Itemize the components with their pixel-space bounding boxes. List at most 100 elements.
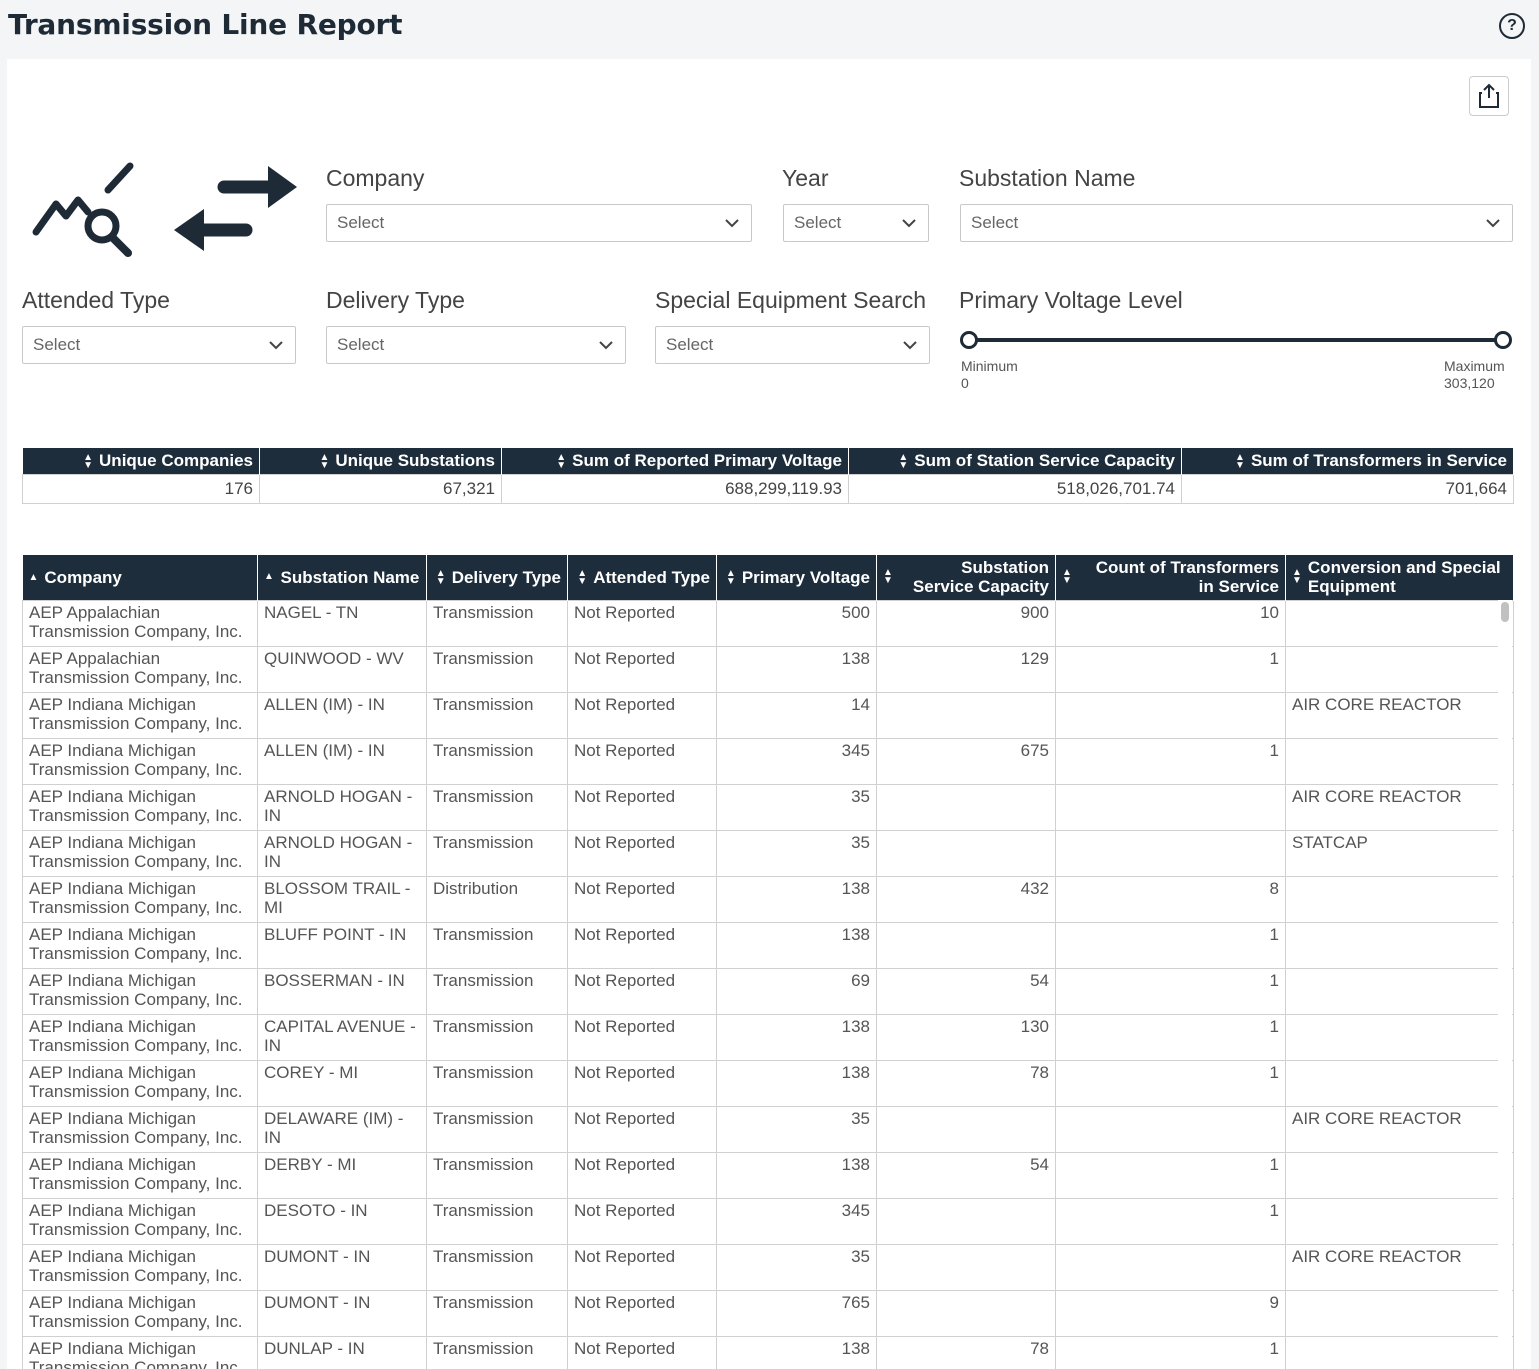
table-cell: AEP Indiana Michigan Transmission Compan… [22,921,258,969]
table-cell: Not Reported [567,783,717,831]
sort-icon: ▲ ▼ [1292,567,1302,587]
substation-name-select[interactable]: Select [960,204,1513,242]
table-cell [1285,875,1514,923]
table-row[interactable]: AEP Indiana Michigan Transmission Compan… [22,1059,1514,1107]
column-header-company[interactable]: ▲ Company [22,555,258,600]
table-row[interactable]: AEP Appalachian Transmission Company, In… [22,645,1514,693]
table-cell: 138 [716,645,877,693]
voltage-min-caption: Minimum [961,358,1018,374]
table-row[interactable]: AEP Indiana Michigan Transmission Compan… [22,829,1514,877]
table-row[interactable]: AEP Indiana Michigan Transmission Compan… [22,1151,1514,1199]
summary-header-sum-transformers[interactable]: ▲ ▼ Sum of Transformers in Service [1181,448,1514,474]
summary-header-sum-primary-voltage[interactable]: ▲ ▼ Sum of Reported Primary Voltage [501,448,849,474]
voltage-slider-min-handle[interactable] [960,331,978,349]
summary-value: 688,299,119.93 [501,473,849,504]
help-icon[interactable]: ? [1499,13,1525,39]
table-cell: 138 [716,1335,877,1369]
table-cell [876,783,1056,831]
table-row[interactable]: AEP Indiana Michigan Transmission Compan… [22,1289,1514,1337]
table-row[interactable]: AEP Indiana Michigan Transmission Compan… [22,921,1514,969]
delivery-type-label: Delivery Type [326,287,465,313]
special-equipment-select[interactable]: Select [655,326,930,364]
delivery-type-select[interactable]: Select [326,326,626,364]
summary-header-sum-service-capacity[interactable]: ▲ ▼ Sum of Station Service Capacity [848,448,1182,474]
table-cell: Transmission [426,691,568,739]
table-cell: 1 [1055,1013,1286,1061]
table-cell: Transmission [426,1151,568,1199]
table-cell: STATCAP [1285,829,1514,877]
table-cell [876,1105,1056,1153]
year-select[interactable]: Select [783,204,929,242]
report-logo-icon [32,162,297,257]
table-row[interactable]: AEP Indiana Michigan Transmission Compan… [22,783,1514,831]
table-cell: 69 [716,967,877,1015]
table-row[interactable]: AEP Indiana Michigan Transmission Compan… [22,1243,1514,1291]
voltage-slider-max-handle[interactable] [1494,331,1512,349]
table-cell: AEP Indiana Michigan Transmission Compan… [22,737,258,785]
table-scrollbar[interactable] [1498,600,1512,1352]
table-cell: DUNLAP - IN [257,1335,427,1369]
year-label: Year [782,165,829,191]
chevron-down-icon [269,341,283,350]
table-cell: 130 [876,1013,1056,1061]
table-row[interactable]: AEP Appalachian Transmission Company, In… [22,599,1514,647]
table-scrollbar-thumb[interactable] [1501,602,1509,622]
table-cell: AEP Indiana Michigan Transmission Compan… [22,1243,258,1291]
table-cell: AEP Appalachian Transmission Company, In… [22,599,258,647]
voltage-max-value: 303,120 [1444,375,1495,391]
table-row[interactable]: AEP Indiana Michigan Transmission Compan… [22,967,1514,1015]
table-row[interactable]: AEP Indiana Michigan Transmission Compan… [22,875,1514,923]
table-cell: 10 [1055,599,1286,647]
table-row[interactable]: AEP Indiana Michigan Transmission Compan… [22,691,1514,739]
table-cell: 54 [876,967,1056,1015]
table-cell: AEP Indiana Michigan Transmission Compan… [22,1197,258,1245]
column-header-attended-type[interactable]: ▲ ▼ Attended Type [567,555,717,600]
table-cell: Not Reported [567,599,717,647]
table-cell: Transmission [426,1105,568,1153]
table-cell: AEP Indiana Michigan Transmission Compan… [22,1289,258,1337]
table-cell [1285,921,1514,969]
primary-voltage-label: Primary Voltage Level [959,287,1183,313]
column-header-service-capacity[interactable]: ▲ ▼ Substation Service Capacity [876,555,1056,600]
table-cell: 1 [1055,1197,1286,1245]
table-cell: AEP Indiana Michigan Transmission Compan… [22,691,258,739]
table-cell: 35 [716,829,877,877]
table-cell: Transmission [426,1335,568,1369]
column-header-transformer-count[interactable]: ▲ ▼ Count of Transformers in Service [1055,555,1286,600]
table-row[interactable]: AEP Indiana Michigan Transmission Compan… [22,1335,1514,1369]
column-header-label: Company [44,567,122,587]
table-cell: 1 [1055,737,1286,785]
table-cell: DUMONT - IN [257,1243,427,1291]
table-row[interactable]: AEP Indiana Michigan Transmission Compan… [22,1197,1514,1245]
column-header-delivery-type[interactable]: ▲ ▼ Delivery Type [426,555,568,600]
summary-header-unique-companies[interactable]: ▲ ▼ Unique Companies [22,448,260,474]
table-cell: 1 [1055,645,1286,693]
table-cell: 54 [876,1151,1056,1199]
table-cell: Not Reported [567,691,717,739]
table-cell: AEP Indiana Michigan Transmission Compan… [22,1013,258,1061]
table-row[interactable]: AEP Indiana Michigan Transmission Compan… [22,1105,1514,1153]
summary-header-label: Unique Substations [335,451,495,471]
table-cell: 138 [716,1059,877,1107]
table-cell: Not Reported [567,875,717,923]
voltage-slider-track[interactable] [968,338,1504,342]
table-cell: 78 [876,1059,1056,1107]
column-header-primary-voltage[interactable]: ▲ ▼ Primary Voltage [716,555,877,600]
table-cell [1285,737,1514,785]
table-row[interactable]: AEP Indiana Michigan Transmission Compan… [22,1013,1514,1061]
attended-type-select[interactable]: Select [22,326,296,364]
column-header-substation-name[interactable]: ▲ Substation Name [257,555,427,600]
export-button[interactable] [1469,76,1509,116]
table-cell: DELAWARE (IM) - IN [257,1105,427,1153]
summary-header-unique-substations[interactable]: ▲ ▼ Unique Substations [259,448,502,474]
table-cell: AEP Indiana Michigan Transmission Compan… [22,875,258,923]
table-cell: 1 [1055,1059,1286,1107]
company-select[interactable]: Select [326,204,752,242]
table-cell [876,691,1056,739]
chevron-down-icon [902,219,916,228]
column-header-special-equipment[interactable]: ▲ ▼ Conversion and Special Equipment [1285,555,1514,600]
table-row[interactable]: AEP Indiana Michigan Transmission Compan… [22,737,1514,785]
summary-value: 518,026,701.74 [848,473,1182,504]
table-cell: Transmission [426,783,568,831]
table-cell: Transmission [426,737,568,785]
